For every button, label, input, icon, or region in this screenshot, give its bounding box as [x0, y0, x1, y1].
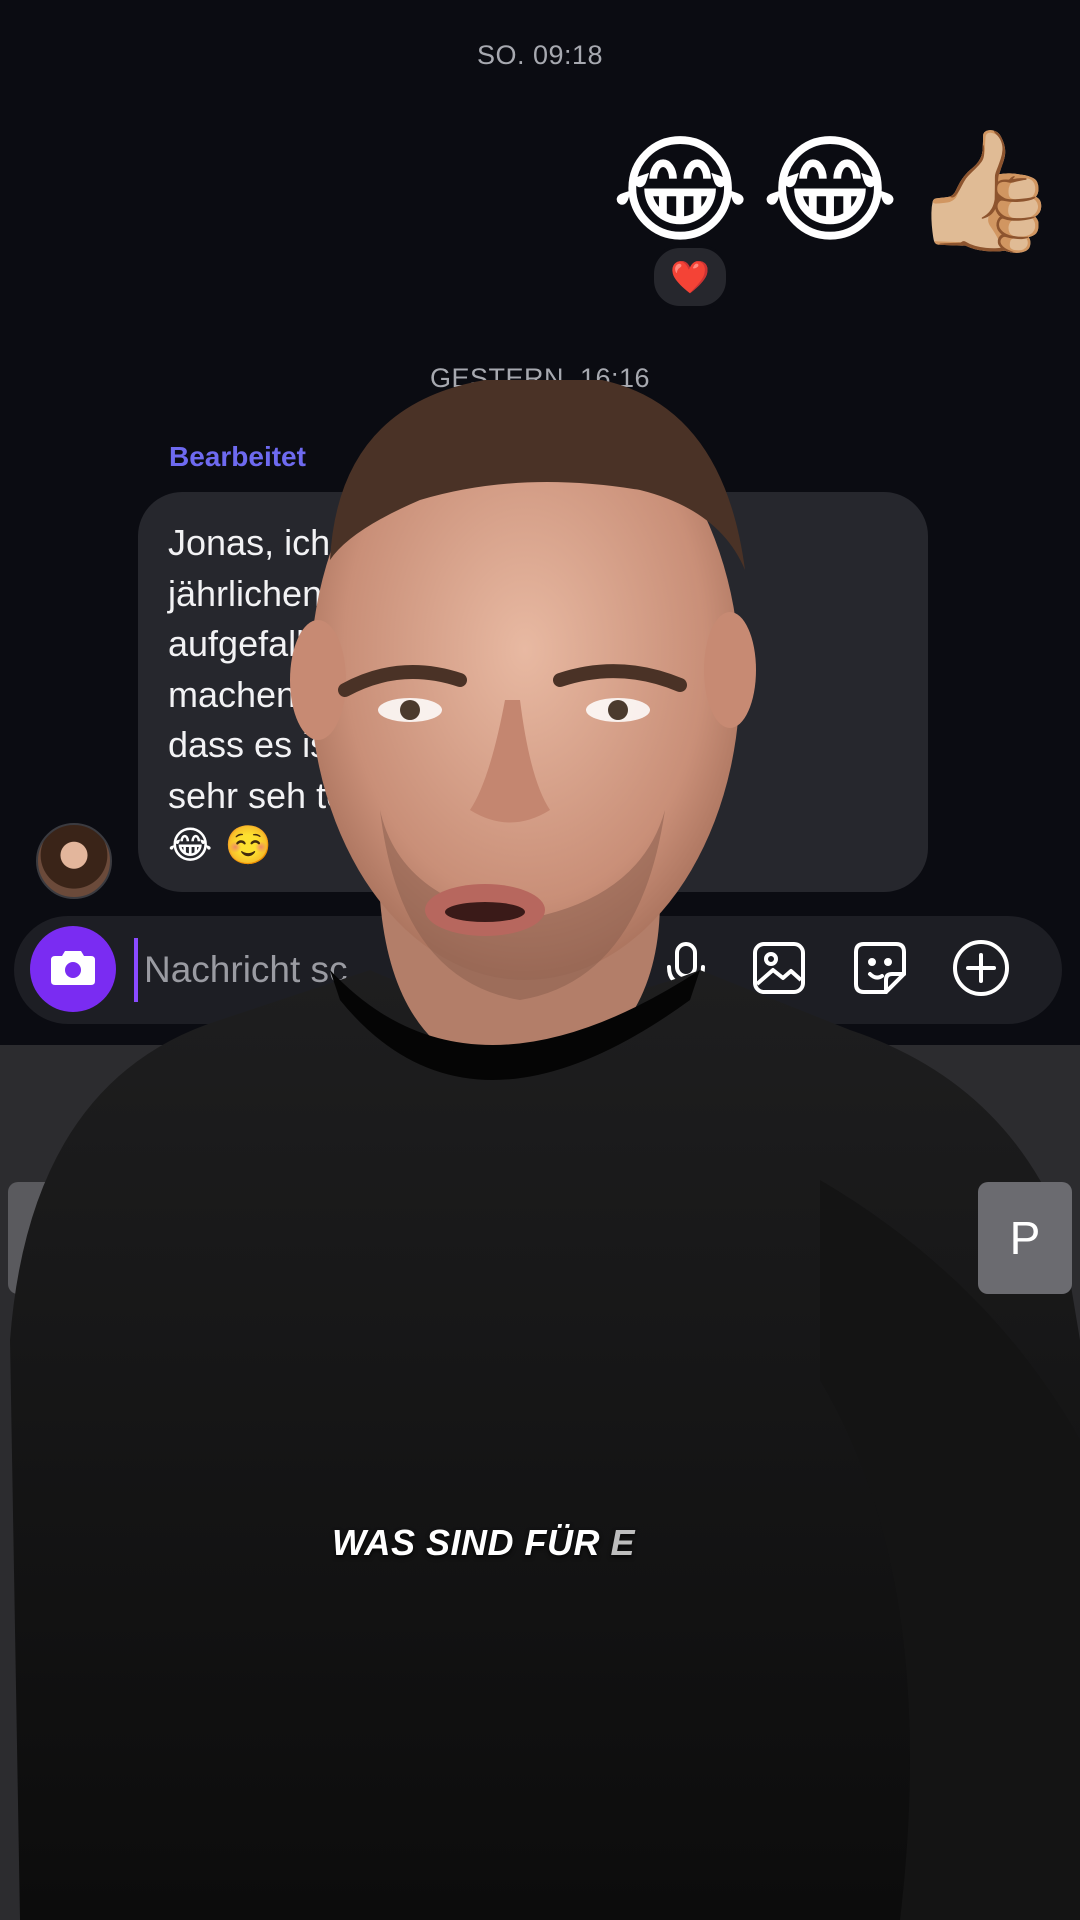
- heart-reaction[interactable]: ❤️: [651, 245, 729, 309]
- keyboard-key-p[interactable]: P: [978, 1182, 1072, 1294]
- caption-faded-text: E: [600, 1522, 636, 1563]
- thumbs-up-emoji: 👍🏼: [911, 121, 1058, 259]
- video-caption: WAS SIND FÜR E: [332, 1522, 635, 1564]
- timestamp-sunday: SO. 09:18: [476, 40, 604, 70]
- sent-emoji-message[interactable]: 😂 😂 👍🏼: [611, 125, 1058, 255]
- presenter-video-overlay: [10, 380, 1080, 1920]
- laughing-emoji: 😂: [611, 121, 750, 259]
- caption-text: WAS SIND FÜR: [332, 1522, 601, 1563]
- heart-icon: ❤️: [670, 258, 710, 296]
- laughing-emoji: 😂: [761, 121, 900, 259]
- key-label: P: [1009, 1212, 1041, 1264]
